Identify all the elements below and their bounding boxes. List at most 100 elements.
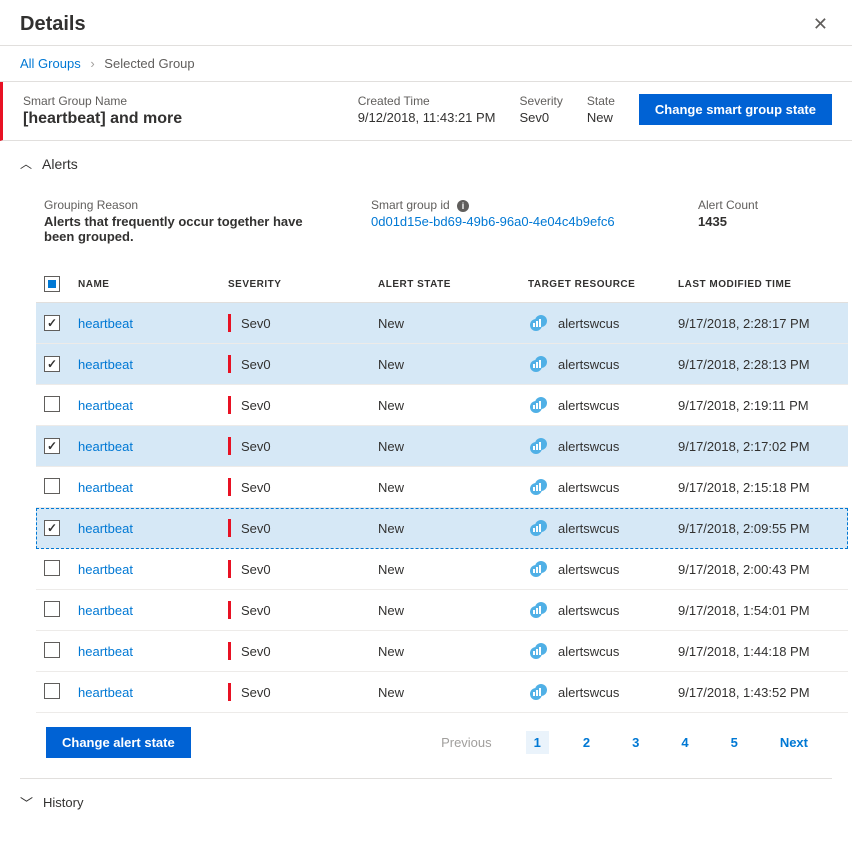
table-row[interactable]: heartbeatSev0Newalertswcus9/17/2018, 2:1… bbox=[36, 467, 848, 508]
row-checkbox[interactable] bbox=[44, 478, 60, 494]
select-all-checkbox[interactable] bbox=[44, 276, 60, 292]
alert-name-link[interactable]: heartbeat bbox=[78, 316, 133, 331]
severity-bar-icon bbox=[228, 396, 231, 414]
severity-bar-icon bbox=[228, 314, 231, 332]
last-modified-value: 9/17/2018, 2:00:43 PM bbox=[670, 549, 848, 590]
change-alert-state-button[interactable]: Change alert state bbox=[46, 727, 191, 758]
row-checkbox[interactable] bbox=[44, 520, 60, 536]
row-checkbox[interactable] bbox=[44, 438, 60, 454]
breadcrumb-current: Selected Group bbox=[104, 56, 194, 71]
severity-value: Sev0 bbox=[241, 521, 271, 536]
target-resource-value: alertswcus bbox=[558, 603, 619, 618]
row-checkbox[interactable] bbox=[44, 396, 60, 412]
resource-icon bbox=[528, 682, 548, 702]
alert-count-label: Alert Count bbox=[698, 198, 808, 212]
sg-id-label-text: Smart group id bbox=[371, 198, 450, 212]
last-modified-value: 9/17/2018, 1:44:18 PM bbox=[670, 631, 848, 672]
alert-state-value: New bbox=[370, 631, 520, 672]
target-resource-value: alertswcus bbox=[558, 480, 619, 495]
row-checkbox[interactable] bbox=[44, 601, 60, 617]
table-row[interactable]: heartbeat Sev0 New alertswcus 9/17/2018, 2:0… bbox=[36, 549, 848, 590]
chevron-down-icon: ﹀ bbox=[20, 793, 33, 812]
severity-bar-icon bbox=[228, 601, 231, 619]
table-row[interactable]: heartbeatSev0Newalertswcus9/17/2018, 2:0… bbox=[36, 508, 848, 549]
change-smart-group-state-button[interactable]: Change smart group state bbox=[639, 94, 832, 125]
grouping-reason: Alerts that frequently occur together ha… bbox=[44, 214, 331, 244]
table-row[interactable]: heartbeatSev0Newalertswcus9/17/2018, 1:4… bbox=[36, 672, 848, 713]
col-alert-state[interactable]: ALERT STATE bbox=[370, 266, 520, 303]
alert-state-value: New bbox=[370, 426, 520, 467]
severity-bar-icon bbox=[228, 437, 231, 455]
resource-icon bbox=[528, 518, 548, 538]
table-row[interactable]: heartbeatSev0Newalertswcus9/17/2018, 1:5… bbox=[36, 590, 848, 631]
alert-name-link[interactable]: heartbeat bbox=[78, 603, 133, 618]
alert-name-link[interactable]: heartbeat bbox=[78, 685, 133, 700]
pager-page[interactable]: 5 bbox=[723, 731, 746, 754]
alert-state-value: New bbox=[370, 508, 520, 549]
pager-previous[interactable]: Previous bbox=[433, 731, 500, 754]
alert-name-link[interactable]: heartbeat bbox=[78, 357, 133, 372]
alert-name-link[interactable]: heartbeat bbox=[78, 562, 133, 577]
table-row[interactable]: heartbeatSev0Newalertswcus9/17/2018, 2:1… bbox=[36, 385, 848, 426]
alert-name-link[interactable]: heartbeat bbox=[78, 398, 133, 413]
row-checkbox[interactable] bbox=[44, 315, 60, 331]
resource-icon bbox=[528, 600, 548, 620]
alert-state-value: New bbox=[370, 590, 520, 631]
severity-bar-icon bbox=[228, 683, 231, 701]
row-checkbox[interactable] bbox=[44, 356, 60, 372]
target-resource-value: alertswcus bbox=[558, 316, 619, 331]
sg-id-label: Smart group id i bbox=[371, 198, 658, 212]
sg-name: [heartbeat] and more bbox=[23, 110, 334, 128]
resource-icon bbox=[528, 436, 548, 456]
sg-state-label: State bbox=[587, 94, 615, 108]
breadcrumb: All Groups › Selected Group bbox=[0, 46, 852, 82]
row-checkbox[interactable] bbox=[44, 642, 60, 658]
pager-page[interactable]: 4 bbox=[673, 731, 696, 754]
pager-page[interactable]: 2 bbox=[575, 731, 598, 754]
alert-state-value: New bbox=[370, 385, 520, 426]
history-section-header[interactable]: ﹀ History bbox=[20, 778, 832, 826]
close-icon[interactable]: ✕ bbox=[809, 10, 832, 39]
sg-id-link[interactable]: 0d01d15e-bd69-49b6-96a0-4e04c4b9efc6 bbox=[371, 214, 615, 229]
target-resource-value: alertswcus bbox=[558, 521, 619, 536]
table-row[interactable]: heartbeatSev0Newalertswcus9/17/2018, 2:1… bbox=[36, 426, 848, 467]
last-modified-value: 9/17/2018, 2:15:18 PM bbox=[670, 467, 848, 508]
alert-name-link[interactable]: heartbeat bbox=[78, 480, 133, 495]
target-resource-value: alertswcus bbox=[558, 685, 619, 700]
alert-name-link[interactable]: heartbeat bbox=[78, 521, 133, 536]
severity-value: Sev0 bbox=[241, 562, 271, 577]
target-resource-value: alertswcus bbox=[558, 357, 619, 372]
info-icon[interactable]: i bbox=[457, 200, 469, 212]
alert-name-link[interactable]: heartbeat bbox=[78, 644, 133, 659]
alert-state-value: New bbox=[370, 672, 520, 713]
sg-severity-label: Severity bbox=[520, 94, 563, 108]
pager-page[interactable]: 3 bbox=[624, 731, 647, 754]
last-modified-value: 9/17/2018, 2:28:13 PM bbox=[670, 344, 848, 385]
severity-bar-icon bbox=[228, 478, 231, 496]
table-row[interactable]: heartbeatSev0Newalertswcus9/17/2018, 2:2… bbox=[36, 344, 848, 385]
table-row[interactable]: heartbeatSev0Newalertswcus9/17/2018, 2:2… bbox=[36, 303, 848, 344]
page-title: Details bbox=[20, 13, 86, 36]
table-row[interactable]: heartbeatSev0Newalertswcus9/17/2018, 1:4… bbox=[36, 631, 848, 672]
alerts-section-title: Alerts bbox=[42, 156, 78, 172]
col-target[interactable]: TARGET RESOURCE bbox=[520, 266, 670, 303]
alert-name-link[interactable]: heartbeat bbox=[78, 439, 133, 454]
resource-icon bbox=[528, 641, 548, 661]
last-modified-value: 9/17/2018, 1:43:52 PM bbox=[670, 672, 848, 713]
severity-value: Sev0 bbox=[241, 357, 271, 372]
alert-state-value: New bbox=[370, 549, 520, 590]
history-section-title: History bbox=[43, 795, 83, 810]
col-severity[interactable]: SEVERITY bbox=[220, 266, 370, 303]
pager-next[interactable]: Next bbox=[772, 731, 816, 754]
sg-name-label: Smart Group Name bbox=[23, 94, 334, 108]
row-checkbox[interactable] bbox=[44, 683, 60, 699]
pager-page[interactable]: 1 bbox=[526, 731, 549, 754]
col-name[interactable]: NAME bbox=[70, 266, 220, 303]
smart-group-header: Smart Group Name [heartbeat] and more Cr… bbox=[0, 82, 852, 141]
col-last-modified[interactable]: LAST MODIFIED TIME bbox=[670, 266, 848, 303]
alerts-section-header[interactable]: ︿ Alerts bbox=[20, 155, 832, 180]
target-resource-value: alertswcus bbox=[558, 562, 619, 577]
row-checkbox[interactable] bbox=[44, 560, 60, 576]
severity-bar-icon bbox=[228, 355, 231, 373]
breadcrumb-root[interactable]: All Groups bbox=[20, 56, 81, 71]
